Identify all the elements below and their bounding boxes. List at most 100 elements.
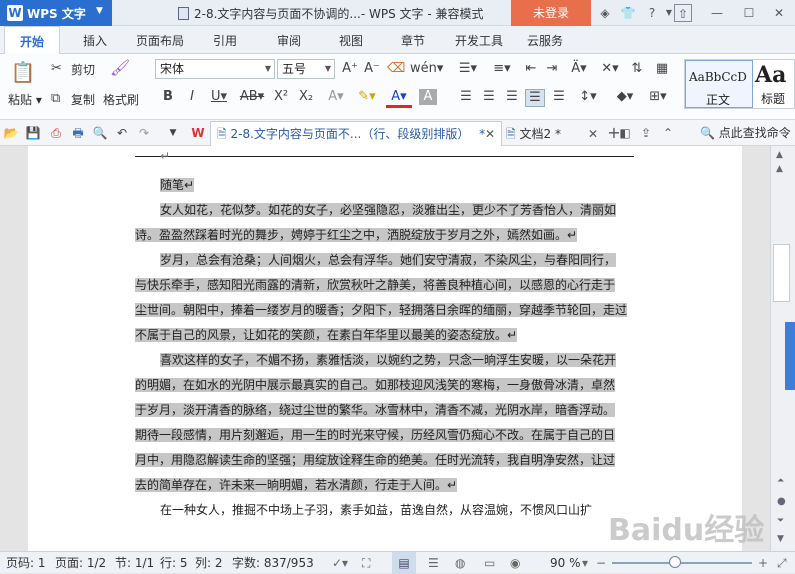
login-button[interactable]: 未登录 bbox=[511, 0, 591, 26]
document-text-line[interactable]: 与快乐牵手，感知阳光雨露的清新，欣赏秋叶之静美，将善良种植心间，以感恩的心行走于 bbox=[135, 273, 616, 298]
document-text-line[interactable]: 喜欢这样的女子，不媚不扬，素雅恬淡，以婉约之势，只念一晌浮生安暖，以一朵花开 bbox=[160, 348, 617, 373]
tab-sections[interactable]: 章节 bbox=[390, 26, 436, 54]
doc-tab[interactable]: 🗎 文档2 * ✕ bbox=[506, 124, 602, 144]
increase-indent-icon[interactable]: ⇥ bbox=[543, 61, 561, 77]
align-right-icon[interactable]: ☰ bbox=[504, 89, 520, 105]
chinese-layout-icon[interactable]: ✕▾ bbox=[598, 61, 622, 77]
fit-page-icon[interactable]: ⤢ bbox=[777, 552, 787, 574]
spellcheck-icon[interactable]: ✓▾ bbox=[332, 552, 348, 574]
document-text-line[interactable]: 不属于自己的风景，让如花的笑颜，在素白年华里以最美的姿态绽放。↵ bbox=[135, 323, 518, 348]
page-view-icon[interactable]: ▤ bbox=[392, 552, 416, 574]
style-normal[interactable]: AaBbCcD 正文 bbox=[685, 60, 753, 108]
paste-button[interactable]: 粘贴 ▾ bbox=[8, 91, 42, 108]
eye-protection-icon[interactable]: ◉ bbox=[510, 552, 520, 574]
table-icon[interactable]: ▦ bbox=[653, 61, 671, 77]
decrease-indent-icon[interactable]: ⇤ bbox=[522, 61, 540, 77]
maximize-icon[interactable]: ☐ bbox=[740, 4, 758, 22]
prev-page-icon[interactable]: ⏶ bbox=[777, 476, 784, 486]
tab-page-layout[interactable]: 页面布局 bbox=[130, 26, 190, 54]
close-tab-icon[interactable]: ✕ bbox=[588, 124, 598, 144]
minimize-icon[interactable]: — bbox=[708, 4, 726, 22]
align-center-icon[interactable]: ☰ bbox=[481, 89, 497, 105]
document-text-line[interactable]: 诗。盈盈然踩着时光的舞步，娉婷于红尘之中，洒脱绽放于岁月之外，嫣然如画。↵ bbox=[135, 223, 578, 248]
export-pdf-icon[interactable]: ⎙ bbox=[48, 125, 64, 141]
sort-icon[interactable]: ⇅ bbox=[628, 61, 646, 77]
shirt-icon[interactable]: 👕 bbox=[619, 4, 637, 22]
tab-view[interactable]: 视图 bbox=[328, 26, 374, 54]
phonetic-icon[interactable]: wén▾ bbox=[410, 61, 443, 77]
app-menu-button[interactable]: W WPS 文字 ▼ bbox=[0, 0, 112, 26]
superscript-icon[interactable]: X² bbox=[272, 89, 290, 105]
document-text-line[interactable]: 尘世间。朝阳中，捧着一缕岁月的暖香；夕阳下，轻拥落日余晖的缅丽，穿越季节轮回，走… bbox=[135, 298, 628, 323]
highlight-icon[interactable]: ✎▾ bbox=[354, 89, 380, 105]
font-color-icon[interactable]: A▾ bbox=[386, 89, 412, 108]
scroll-up-icon[interactable]: ▲ bbox=[776, 164, 783, 174]
select-browse-icon[interactable]: ● bbox=[777, 496, 786, 507]
scroll-up-icon[interactable]: ▲ bbox=[776, 150, 783, 160]
print-preview-icon[interactable]: 🔍 bbox=[92, 125, 108, 141]
grow-font-icon[interactable]: A⁺ bbox=[341, 61, 359, 77]
share-icon[interactable]: ⇪ bbox=[638, 125, 654, 141]
subscript-icon[interactable]: X₂ bbox=[297, 89, 315, 105]
tab-cloud[interactable]: 云服务 bbox=[520, 26, 570, 54]
zoom-level[interactable]: 90 % bbox=[550, 552, 581, 574]
bullets-icon[interactable]: ☰▾ bbox=[454, 61, 482, 77]
status-wordcount[interactable]: 字数: 837/953 bbox=[232, 552, 314, 574]
document-text-line[interactable]: 女人如花，花似梦。如花的女子，必坚强隐忍，淡雅出尘，更少不了芳香怡人，清丽如 bbox=[160, 198, 617, 223]
paste-icon[interactable]: 📋 bbox=[10, 60, 36, 84]
format-painter-icon[interactable]: 🖌 bbox=[110, 60, 130, 82]
close-icon[interactable]: ✕ bbox=[770, 4, 788, 22]
zoom-slider[interactable] bbox=[612, 562, 752, 564]
font-size-select[interactable]: 五号 ▼ bbox=[277, 59, 335, 79]
font-name-select[interactable]: 宋体 ▼ bbox=[155, 59, 275, 79]
new-tab-icon[interactable]: + bbox=[606, 125, 622, 141]
copy-icon[interactable]: ⧉ bbox=[51, 91, 60, 107]
clear-format-icon[interactable]: ⌫ bbox=[387, 61, 405, 77]
align-left-icon[interactable]: ☰ bbox=[458, 89, 474, 105]
italic-icon[interactable]: I bbox=[184, 89, 200, 105]
document-text-line[interactable]: 岁月，总会有沧桑；人间烟火，总会有浮华。她们安守清寂，不染风尘，与春阳同行， bbox=[160, 248, 617, 273]
open-folder-icon[interactable]: 📂 bbox=[3, 125, 19, 141]
close-tab-icon[interactable]: ✕ bbox=[485, 122, 495, 146]
cut-button[interactable]: 剪切 bbox=[71, 61, 95, 78]
line-spacing-icon[interactable]: ↕▾ bbox=[574, 89, 602, 105]
quickbar-dropdown-icon[interactable]: ▼ bbox=[165, 125, 181, 141]
command-search[interactable]: 🔍 点此查找命令 bbox=[700, 120, 791, 146]
justify-icon[interactable]: ☰ bbox=[525, 89, 545, 107]
side-panel-tab[interactable] bbox=[785, 322, 795, 390]
document-text-line[interactable]: 于岁月，淡开清香的脉络，绕过尘世的繁华。冰雪林中，清香不减，光阴水岸，暗香浮动。 bbox=[135, 398, 616, 423]
scroll-down-icon[interactable]: ▼ bbox=[777, 534, 784, 544]
char-shading-icon[interactable]: A bbox=[419, 89, 437, 105]
tab-review[interactable]: 审阅 bbox=[266, 26, 312, 54]
outline-view-icon[interactable]: ☰ bbox=[428, 552, 439, 574]
document-text-line[interactable]: 期待一段感情，用片刻邂逅，用一生的时光来守候，历经风雪仍痴心不改。在属于自己的日 bbox=[135, 423, 616, 448]
document-text-line[interactable]: 的明媚，在如水的光阴中展示最真实的自己。如那枝迎风浅笑的寒梅，一身傲骨冰清，卓然 bbox=[135, 373, 616, 398]
text-effect-icon[interactable]: A▾ bbox=[325, 89, 347, 105]
shrink-font-icon[interactable]: A⁻ bbox=[363, 61, 381, 77]
zoom-slider-knob[interactable] bbox=[669, 556, 681, 568]
save-icon[interactable]: 💾 bbox=[25, 125, 41, 141]
document-text-line[interactable]: 月中，用隐忍解读生命的坚强；用绽放诠释生命的绝美。任时光流转，我自明净安然，让过 bbox=[135, 448, 616, 473]
help-icon[interactable]: ? bbox=[643, 4, 661, 22]
bold-icon[interactable]: B bbox=[160, 89, 176, 105]
document-text-line[interactable]: 去的简单存在，许未来一晌明媚，若水清颜，行走于人间。↵ bbox=[135, 473, 458, 498]
numbering-icon[interactable]: ≡▾ bbox=[488, 61, 516, 77]
shading-icon[interactable]: ◆▾ bbox=[611, 89, 639, 105]
wps-home-icon[interactable]: W bbox=[190, 125, 206, 141]
distributed-icon[interactable]: ☰ bbox=[551, 89, 567, 105]
tab-insert[interactable]: 插入 bbox=[72, 26, 118, 54]
skin-icon[interactable]: ◈ bbox=[596, 4, 614, 22]
tab-developer[interactable]: 开发工具 bbox=[450, 26, 508, 54]
reading-view-icon[interactable]: ▭ bbox=[484, 552, 495, 574]
document-text-line[interactable]: 随笔↵ bbox=[160, 173, 195, 198]
collapse-ribbon-icon[interactable]: ⌃ bbox=[660, 125, 676, 141]
copy-button[interactable]: 复制 bbox=[71, 91, 95, 108]
zoom-dropdown-icon[interactable]: ▾ bbox=[582, 552, 588, 574]
borders-icon[interactable]: ⊞▾ bbox=[644, 89, 672, 105]
tab-home[interactable]: 开始 bbox=[4, 26, 60, 54]
print-icon[interactable]: 🖶 bbox=[70, 125, 86, 141]
case-change-icon[interactable]: Ä▾ bbox=[566, 61, 592, 77]
zoom-in-icon[interactable]: + bbox=[758, 552, 768, 574]
tab-references[interactable]: 引用 bbox=[204, 26, 246, 54]
fullscreen-icon[interactable]: ⛶ bbox=[362, 552, 370, 574]
